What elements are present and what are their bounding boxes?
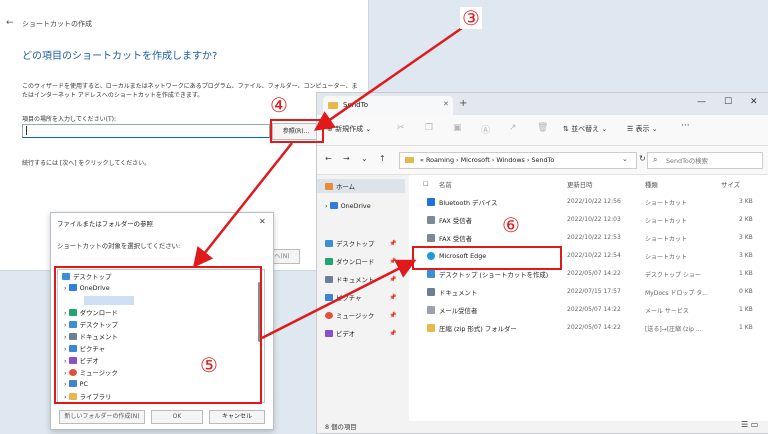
callout-5: ⑤ bbox=[198, 354, 220, 376]
arrow-to-edge bbox=[261, 259, 417, 340]
annotation-arrows bbox=[192, 26, 463, 340]
arrow-to-tree bbox=[192, 142, 293, 268]
callout-6: ⑥ bbox=[500, 214, 522, 236]
arrow-to-browse bbox=[313, 26, 463, 131]
callout-3: ③ bbox=[460, 7, 482, 29]
callout-4: ④ bbox=[268, 94, 290, 116]
